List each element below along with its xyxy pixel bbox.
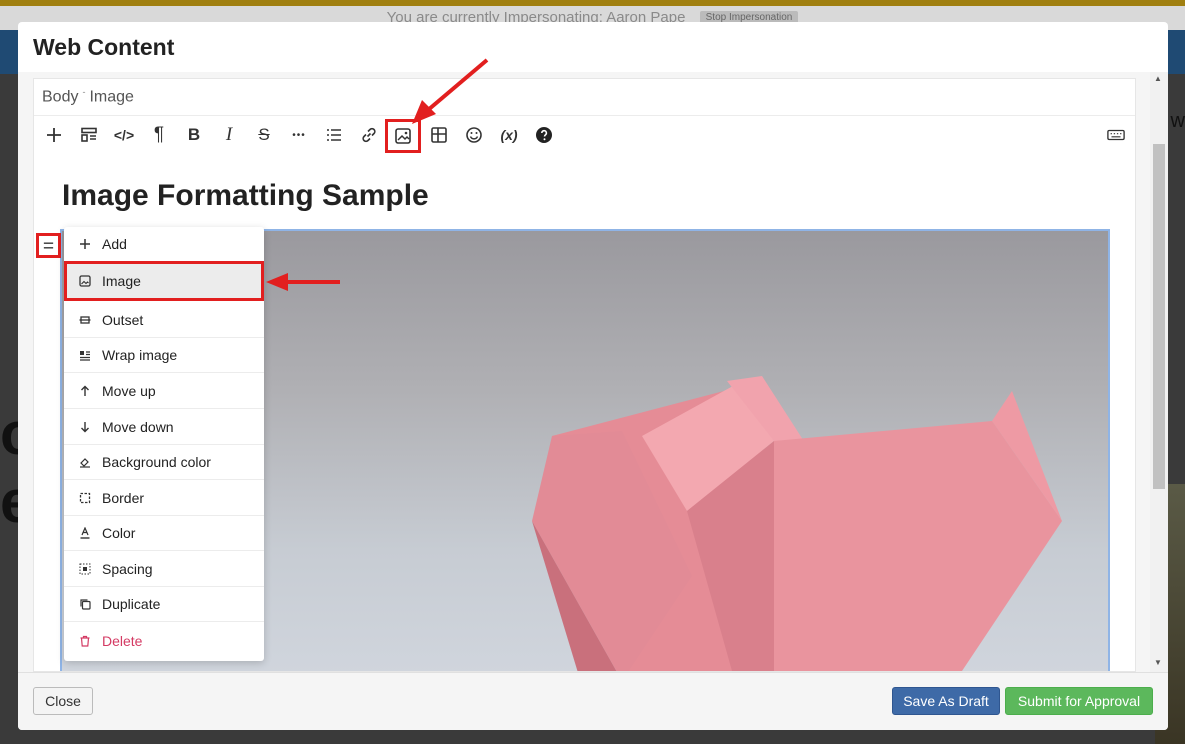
bold-icon[interactable]: B <box>178 120 210 150</box>
menu-item-background-color[interactable]: Background color <box>64 445 264 480</box>
template-icon[interactable] <box>73 120 105 150</box>
image-icon[interactable] <box>385 119 421 153</box>
menu-item-label: Background color <box>102 454 211 470</box>
breadcrumb-separator: - <box>82 87 86 97</box>
text-color-icon <box>78 527 92 539</box>
code-icon[interactable]: </> <box>108 120 140 150</box>
close-button[interactable]: Close <box>33 687 93 715</box>
arrow-up-icon <box>78 385 92 397</box>
menu-item-label: Delete <box>102 632 143 649</box>
menu-item-delete[interactable]: Delete <box>64 623 264 658</box>
menu-item-label: Border <box>102 490 145 506</box>
keyboard-icon[interactable] <box>1100 120 1132 150</box>
modal-footer: Close Save As Draft Submit for Approval <box>18 672 1168 730</box>
italic-icon[interactable]: I <box>213 120 245 150</box>
submit-for-approval-button[interactable]: Submit for Approval <box>1005 687 1153 715</box>
table-icon[interactable] <box>423 120 455 150</box>
link-icon[interactable] <box>353 120 385 150</box>
strikethrough-icon[interactable]: S <box>248 120 280 150</box>
menu-item-label: Spacing <box>102 561 153 577</box>
border-icon <box>78 492 92 504</box>
plus-icon[interactable] <box>38 120 70 150</box>
menu-item-spacing[interactable]: Spacing <box>64 552 264 587</box>
menu-item-label: Duplicate <box>102 596 161 612</box>
menu-item-label: Image <box>102 273 141 289</box>
menu-item-label: Move up <box>102 383 156 399</box>
block-handle-button[interactable] <box>36 233 61 258</box>
wrap-image-icon <box>78 349 92 361</box>
handle-icon <box>43 242 54 249</box>
save-as-draft-button[interactable]: Save As Draft <box>892 687 1000 715</box>
menu-item-duplicate[interactable]: Duplicate <box>64 587 264 622</box>
menu-item-label: Move down <box>102 419 174 435</box>
modal-title: Web Content <box>33 34 175 60</box>
menu-item-label: Color <box>102 525 136 541</box>
scrollbar-thumb[interactable] <box>1153 144 1165 489</box>
more-icon[interactable]: ••• <box>283 120 315 150</box>
paint-bucket-icon <box>78 456 92 468</box>
menu-item-label: Wrap image <box>102 347 178 363</box>
menu-item-label: Add <box>102 236 127 252</box>
content-heading[interactable]: Image Formatting Sample <box>62 179 429 213</box>
emoji-icon[interactable] <box>458 120 490 150</box>
block-context-menu: Add Image Outset Wrap image Move up Move… <box>64 227 264 661</box>
menu-item-color[interactable]: Color <box>64 516 264 551</box>
breadcrumb: Body - Image <box>42 87 134 106</box>
web-content-modal: Web Content Body-Image </> ¶ B I S ••• <box>18 22 1168 730</box>
plus-icon <box>78 238 92 250</box>
arrow-down-icon <box>78 421 92 433</box>
toolbar-divider <box>34 115 1135 116</box>
editor-toolbar: </> ¶ B I S ••• (x) <box>34 117 1135 155</box>
menu-item-label: Outset <box>102 312 144 328</box>
menu-item-image[interactable]: Image <box>64 261 264 301</box>
modal-body: Body - Image </> ¶ B I S ••• (x) Image F… <box>18 72 1168 672</box>
scroll-up-arrow-icon[interactable]: ▲ <box>1154 74 1162 83</box>
menu-item-wrap-image[interactable]: Wrap image <box>64 338 264 373</box>
modal-scrollbar[interactable]: ▲ ▼ <box>1150 72 1168 672</box>
paragraph-icon[interactable]: ¶ <box>143 120 175 150</box>
duplicate-icon <box>78 598 92 610</box>
image-icon <box>78 275 92 287</box>
menu-item-border[interactable]: Border <box>64 481 264 516</box>
menu-item-move-down[interactable]: Move down <box>64 410 264 445</box>
breadcrumb-image[interactable]: Image <box>89 88 133 105</box>
variable-icon[interactable]: (x) <box>493 120 525 150</box>
menu-item-add[interactable]: Add <box>64 227 264 262</box>
trash-icon <box>78 635 92 647</box>
help-icon[interactable] <box>528 120 560 150</box>
spacing-icon <box>78 563 92 575</box>
menu-item-outset[interactable]: Outset <box>64 303 264 338</box>
list-icon[interactable] <box>318 120 350 150</box>
menu-item-move-up[interactable]: Move up <box>64 374 264 409</box>
scroll-down-arrow-icon[interactable]: ▼ <box>1154 658 1162 667</box>
rich-text-editor[interactable]: Body - Image </> ¶ B I S ••• (x) Image F… <box>33 78 1136 672</box>
outset-icon <box>78 314 92 326</box>
breadcrumb-body[interactable]: Body <box>42 88 78 105</box>
